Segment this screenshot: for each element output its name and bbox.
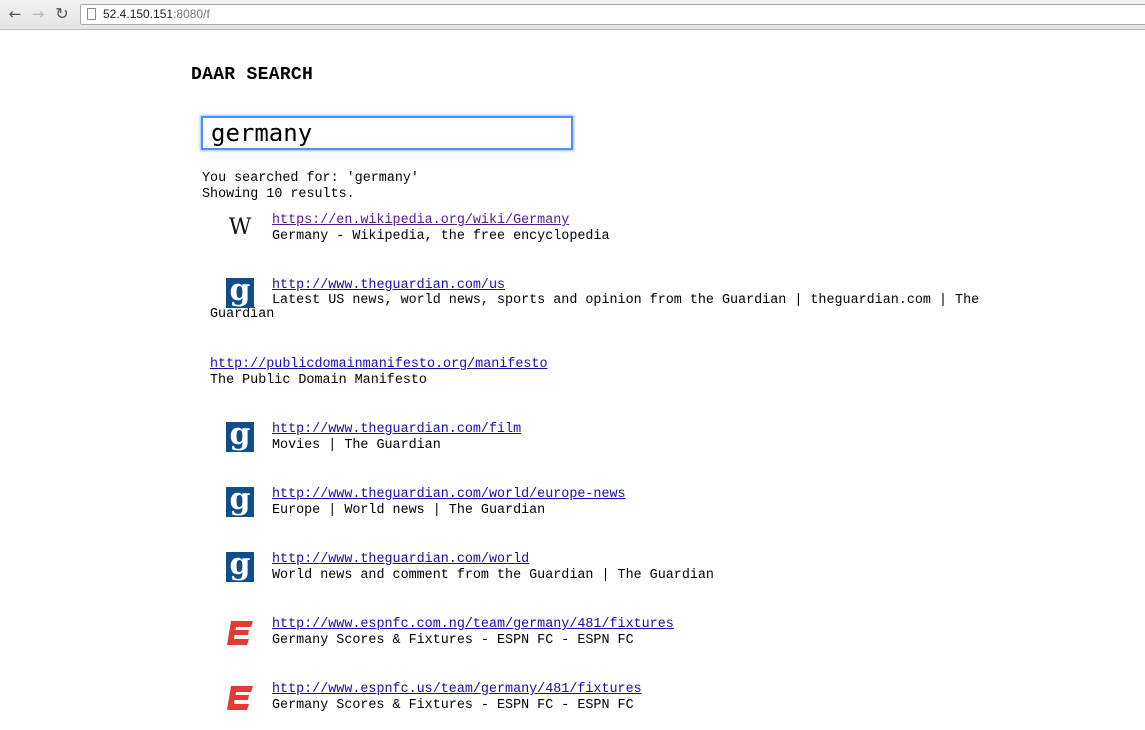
browser-toolbar: ← → ↻ 52.4.150.151:8080/f (0, 0, 1145, 30)
result-item: g http://www.theguardian.com/world/europ… (210, 487, 1040, 518)
search-input[interactable] (201, 116, 573, 150)
result-description: The Public Domain Manifesto (210, 373, 427, 388)
espn-icon (227, 686, 253, 710)
wikipedia-icon: W (228, 215, 252, 240)
result-link[interactable]: http://www.theguardian.com/us (272, 278, 1040, 294)
searched-for-text: You searched for: 'germany' (202, 171, 419, 186)
guardian-icon: g (226, 278, 254, 308)
page-title: DAAR SEARCH (191, 65, 314, 85)
forward-arrow-icon[interactable]: → (29, 5, 47, 23)
result-item: g http://www.theguardian.com/us Latest U… (210, 278, 1040, 322)
result-link[interactable]: https://en.wikipedia.org/wiki/Germany (272, 213, 1040, 229)
result-description: Germany - Wikipedia, the free encycloped… (272, 229, 610, 244)
result-description: Movies | The Guardian (272, 438, 441, 453)
result-link[interactable]: http://www.theguardian.com/world/europe-… (272, 487, 1040, 503)
address-url: 52.4.150.151:8080/f (103, 7, 210, 21)
result-description: World news and comment from the Guardian… (272, 568, 714, 583)
search-summary: You searched for: 'germany' Showing 10 re… (202, 171, 419, 203)
result-item: g http://www.theguardian.com/world World… (210, 552, 1040, 583)
page-icon (87, 8, 96, 20)
result-item: http://publicdomainmanifesto.org/manifes… (210, 357, 1040, 388)
result-link[interactable]: http://www.espnfc.com.ng/team/germany/48… (272, 617, 1040, 633)
guardian-icon: g (226, 422, 254, 452)
espn-icon (227, 621, 253, 645)
result-description: Germany Scores & Fixtures - ESPN FC - ES… (272, 633, 634, 648)
guardian-icon: g (226, 487, 254, 517)
result-item: http://www.espnfc.com.ng/team/germany/48… (210, 617, 1040, 648)
back-arrow-icon[interactable]: ← (6, 5, 24, 23)
result-item: g http://www.theguardian.com/film Movies… (210, 422, 1040, 453)
result-count-text: Showing 10 results. (202, 187, 355, 202)
result-link[interactable]: http://www.theguardian.com/film (272, 422, 1040, 438)
result-link[interactable]: http://www.espnfc.us/team/germany/481/fi… (272, 682, 1040, 698)
result-description: Germany Scores & Fixtures - ESPN FC - ES… (272, 698, 634, 713)
result-description: Europe | World news | The Guardian (272, 503, 546, 518)
result-link[interactable]: http://publicdomainmanifesto.org/manifes… (210, 357, 1040, 373)
guardian-icon: g (226, 552, 254, 582)
address-bar[interactable]: 52.4.150.151:8080/f (80, 4, 1145, 25)
result-item: http://www.espnfc.us/team/germany/481/fi… (210, 682, 1040, 713)
reload-icon[interactable]: ↻ (53, 5, 71, 23)
result-link[interactable]: http://www.theguardian.com/world (272, 552, 1040, 568)
result-description: Latest US news, world news, sports and o… (210, 293, 980, 322)
result-item: W https://en.wikipedia.org/wiki/Germany … (210, 213, 1040, 244)
